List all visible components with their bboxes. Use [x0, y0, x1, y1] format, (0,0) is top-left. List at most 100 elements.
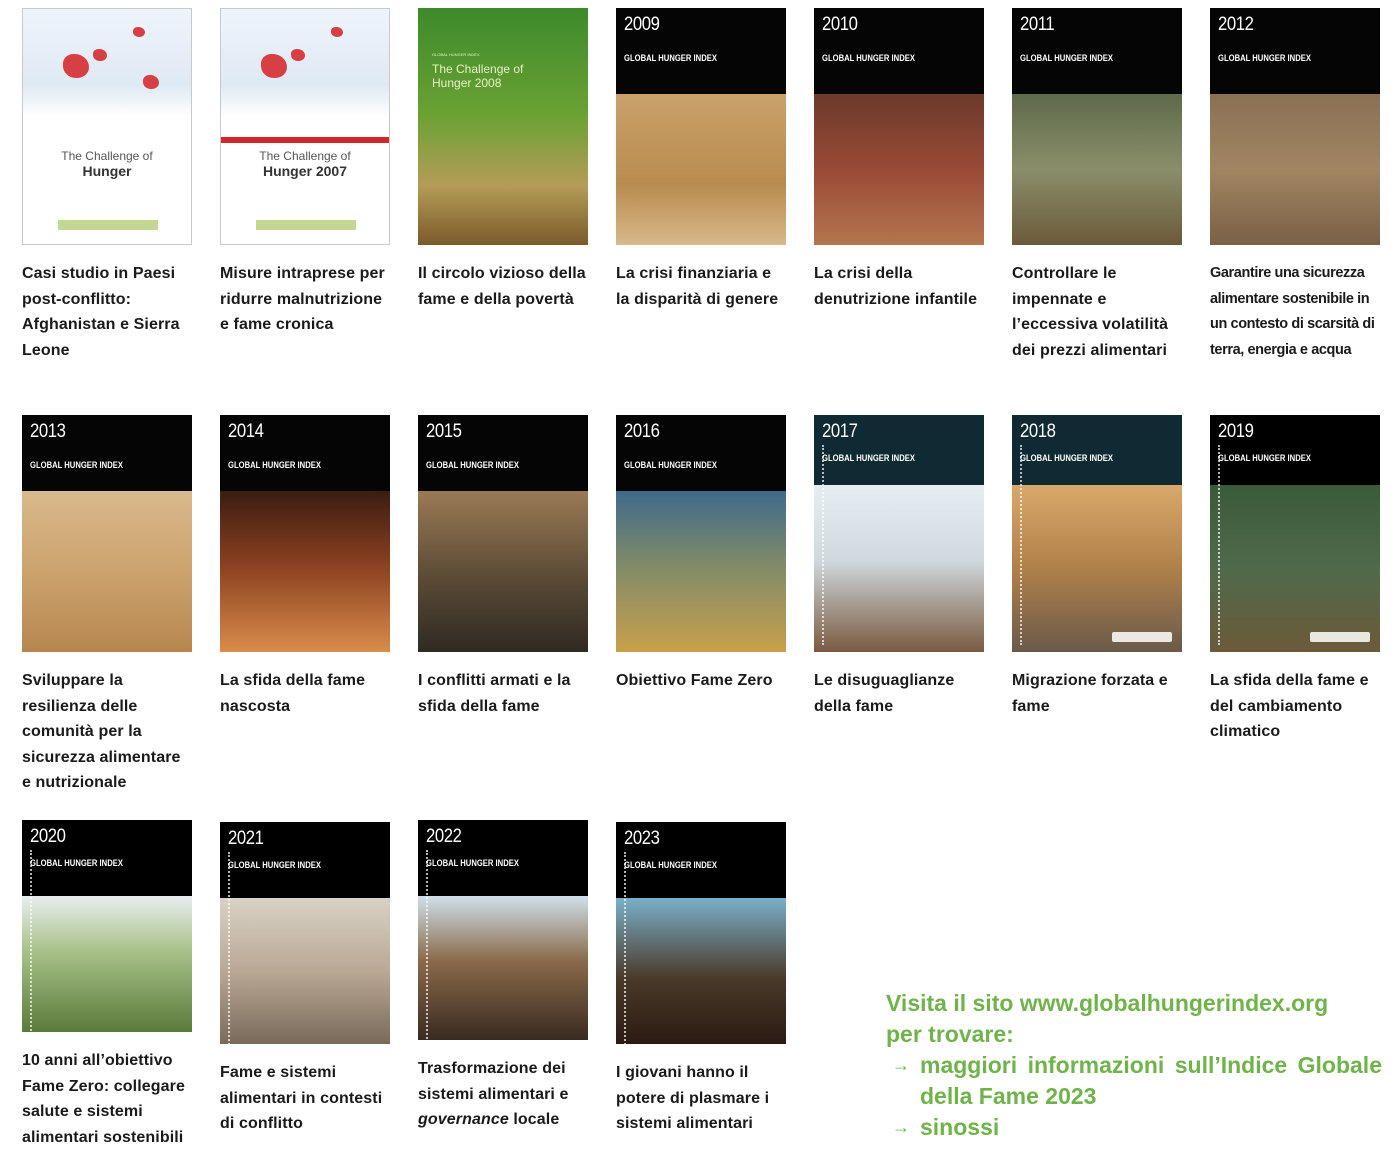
cover-year: 2017 — [822, 421, 858, 442]
report-cover[interactable]: 2022 GLOBAL HUNGER INDEX — [418, 820, 588, 1040]
report-caption: I giovani hanno il potere di plasmare i … — [616, 1064, 770, 1132]
report-cover[interactable]: 2012 GLOBAL HUNGER INDEX — [1210, 8, 1380, 245]
report-item[interactable]: 2018 GLOBAL HUNGER INDEX Migrazione forz… — [1012, 415, 1184, 719]
report-item[interactable]: 2017 GLOBAL HUNGER INDEX Le disuguaglian… — [814, 415, 986, 719]
cover-title: The Challenge of — [432, 62, 524, 76]
report-cover[interactable]: 2019 GLOBAL HUNGER INDEX — [1210, 415, 1380, 652]
report-caption: La crisi finanziaria e la disparità di g… — [616, 265, 779, 308]
cover-title: GLOBAL HUNGER INDEX — [1218, 453, 1311, 463]
report-caption: La crisi della denutrizione infantile — [814, 265, 978, 308]
report-item[interactable]: 2012 GLOBAL HUNGER INDEX Garantire una s… — [1210, 8, 1382, 363]
cover-title: GLOBAL HUNGER INDEX — [624, 53, 717, 63]
cover-title: GLOBAL HUNGER INDEX — [822, 53, 915, 63]
report-cover[interactable]: 2017 GLOBAL HUNGER INDEX — [814, 415, 984, 652]
report-caption: Sviluppare la resilienza delle comunità … — [22, 672, 181, 791]
report-caption: Garantire una sicurezza alimentare soste… — [1210, 265, 1375, 358]
report-cover[interactable]: GLOBAL HUNGER INDEX The Challenge of Hung… — [418, 8, 588, 245]
report-caption: Misure intraprese per ridurre malnutrizi… — [220, 265, 385, 333]
cover-year: 2012 — [1218, 14, 1254, 35]
report-caption: Trasformazione dei sistemi alimentari e … — [418, 1056, 590, 1133]
bullet-item: → sinossi — [886, 1112, 1382, 1143]
report-caption: Obiettivo Fame Zero — [616, 672, 773, 689]
cover-title: GLOBAL HUNGER INDEX — [228, 460, 321, 470]
report-item[interactable]: 2014 GLOBAL HUNGER INDEX La sfida della … — [220, 415, 392, 719]
arrow-right-icon: → — [892, 1117, 910, 1137]
report-item[interactable]: GLOBAL HUNGER INDEX The Challenge of Hung… — [418, 8, 590, 312]
report-cover[interactable]: 2013 GLOBAL HUNGER INDEX — [22, 415, 192, 652]
cover-title: The Challenge of — [259, 149, 351, 163]
cover-year: 2023 — [624, 828, 660, 849]
report-cover[interactable]: 2011 GLOBAL HUNGER INDEX — [1012, 8, 1182, 245]
cover-title-main: Hunger 2008 — [432, 76, 502, 90]
report-item[interactable]: 2019 GLOBAL HUNGER INDEX La sfida della … — [1210, 415, 1382, 745]
cover-year: 2019 — [1218, 421, 1254, 442]
report-cover[interactable]: 2015 GLOBAL HUNGER INDEX — [418, 415, 588, 652]
report-caption: 10 anni all’obiettivo Fame Zero: collega… — [22, 1052, 185, 1146]
cover-year: 2010 — [822, 14, 858, 35]
report-item[interactable]: 2016 GLOBAL HUNGER INDEX Obiettivo Fame … — [616, 415, 788, 694]
cover-title: GLOBAL HUNGER INDEX — [624, 460, 717, 470]
report-item[interactable]: 2010 GLOBAL HUNGER INDEX La crisi della … — [814, 8, 986, 312]
cover-year: 2022 — [426, 826, 462, 847]
visit-website-callout: Visita il sito www.globalhungerindex.org… — [886, 988, 1382, 1143]
arrow-right-icon: → — [892, 1055, 910, 1075]
cover-year: 2014 — [228, 421, 264, 442]
cover-year: 2021 — [228, 828, 264, 849]
report-item[interactable]: The Challenge of Hunger Casi studio in Pa… — [22, 8, 194, 363]
cover-title: GLOBAL HUNGER INDEX — [1020, 53, 1113, 63]
bullet-text: maggiori informazioni sull’Indice Global… — [920, 1052, 1382, 1109]
caption-text: Trasformazione dei sistemi alimentari e — [418, 1060, 569, 1103]
cover-title: GLOBAL HUNGER INDEX — [1020, 453, 1113, 463]
report-cover[interactable]: 2020 GLOBAL HUNGER INDEX — [22, 820, 192, 1032]
cover-year: 2020 — [30, 826, 66, 847]
report-caption: La sfida della fame nascosta — [220, 672, 366, 715]
report-cover[interactable]: 2010 GLOBAL HUNGER INDEX — [814, 8, 984, 245]
cover-year: 2011 — [1020, 14, 1055, 35]
caption-emphasis: governance — [418, 1111, 509, 1128]
cover-title: GLOBAL HUNGER INDEX — [228, 860, 321, 870]
visit-line[interactable]: Visita il sito www.globalhungerindex.org — [886, 988, 1382, 1019]
report-caption: Fame e sistemi alimentari in contesti di… — [220, 1064, 383, 1132]
report-item[interactable]: 2022 GLOBAL HUNGER INDEX Trasformazione … — [418, 820, 590, 1133]
report-item[interactable]: 2009 GLOBAL HUNGER INDEX La crisi finanz… — [616, 8, 788, 312]
report-item[interactable]: The Challenge of Hunger 2007 Misure intra… — [220, 8, 392, 338]
report-caption: I conflitti armati e la sfida della fame — [418, 672, 571, 715]
report-caption: Il circolo vizioso della fame e della po… — [418, 265, 586, 308]
cover-year: 2015 — [426, 421, 462, 442]
cover-title: GLOBAL HUNGER INDEX — [426, 460, 519, 470]
report-item[interactable]: 2023 GLOBAL HUNGER INDEX I giovani hanno… — [616, 822, 788, 1137]
cover-title: GLOBAL HUNGER INDEX — [30, 858, 123, 868]
report-cover[interactable]: 2018 GLOBAL HUNGER INDEX — [1012, 415, 1182, 652]
cover-title: GLOBAL HUNGER INDEX — [822, 453, 915, 463]
report-item[interactable]: 2015 GLOBAL HUNGER INDEX I conflitti arm… — [418, 415, 590, 719]
caption-text: locale — [508, 1111, 560, 1128]
cover-title: GLOBAL HUNGER INDEX — [426, 858, 519, 868]
cover-title: GLOBAL HUNGER INDEX — [30, 460, 123, 470]
bullet-item: → maggiori informazioni sull’Indice Glob… — [886, 1050, 1382, 1112]
report-cover[interactable]: 2014 GLOBAL HUNGER INDEX — [220, 415, 390, 652]
cover-title: GLOBAL HUNGER INDEX — [624, 860, 717, 870]
cover-title: The Challenge of — [61, 149, 153, 163]
visit-line: per trovare: — [886, 1021, 1014, 1047]
report-cover[interactable]: 2021 GLOBAL HUNGER INDEX — [220, 822, 390, 1044]
report-caption: Casi studio in Paesi post-conflitto: Afg… — [22, 265, 180, 359]
report-item[interactable]: 2011 GLOBAL HUNGER INDEX Controllare le … — [1012, 8, 1184, 363]
cover-year: 2013 — [30, 421, 66, 442]
report-caption: Controllare le impennate e l’eccessiva v… — [1012, 265, 1169, 359]
cover-year: 2016 — [624, 421, 660, 442]
report-item[interactable]: 2013 GLOBAL HUNGER INDEX Sviluppare la r… — [22, 415, 194, 796]
cover-title-main: Hunger — [82, 163, 132, 179]
report-cover[interactable]: The Challenge of Hunger 2007 — [220, 8, 390, 245]
report-cover[interactable]: 2023 GLOBAL HUNGER INDEX — [616, 822, 786, 1044]
report-caption: Migrazione forzata e fame — [1012, 672, 1168, 715]
report-item[interactable]: 2021 GLOBAL HUNGER INDEX Fame e sistemi … — [220, 822, 392, 1137]
cover-year: 2018 — [1020, 421, 1056, 442]
report-item[interactable]: 2020 GLOBAL HUNGER INDEX 10 anni all’obi… — [22, 820, 194, 1150]
bullet-text: sinossi — [920, 1114, 1000, 1140]
report-caption: Le disuguaglianze della fame — [814, 672, 955, 715]
cover-title: GLOBAL HUNGER INDEX — [1218, 53, 1311, 63]
cover-year: 2009 — [624, 14, 660, 35]
report-cover[interactable]: The Challenge of Hunger — [22, 8, 192, 245]
report-cover[interactable]: 2016 GLOBAL HUNGER INDEX — [616, 415, 786, 652]
report-cover[interactable]: 2009 GLOBAL HUNGER INDEX — [616, 8, 786, 245]
